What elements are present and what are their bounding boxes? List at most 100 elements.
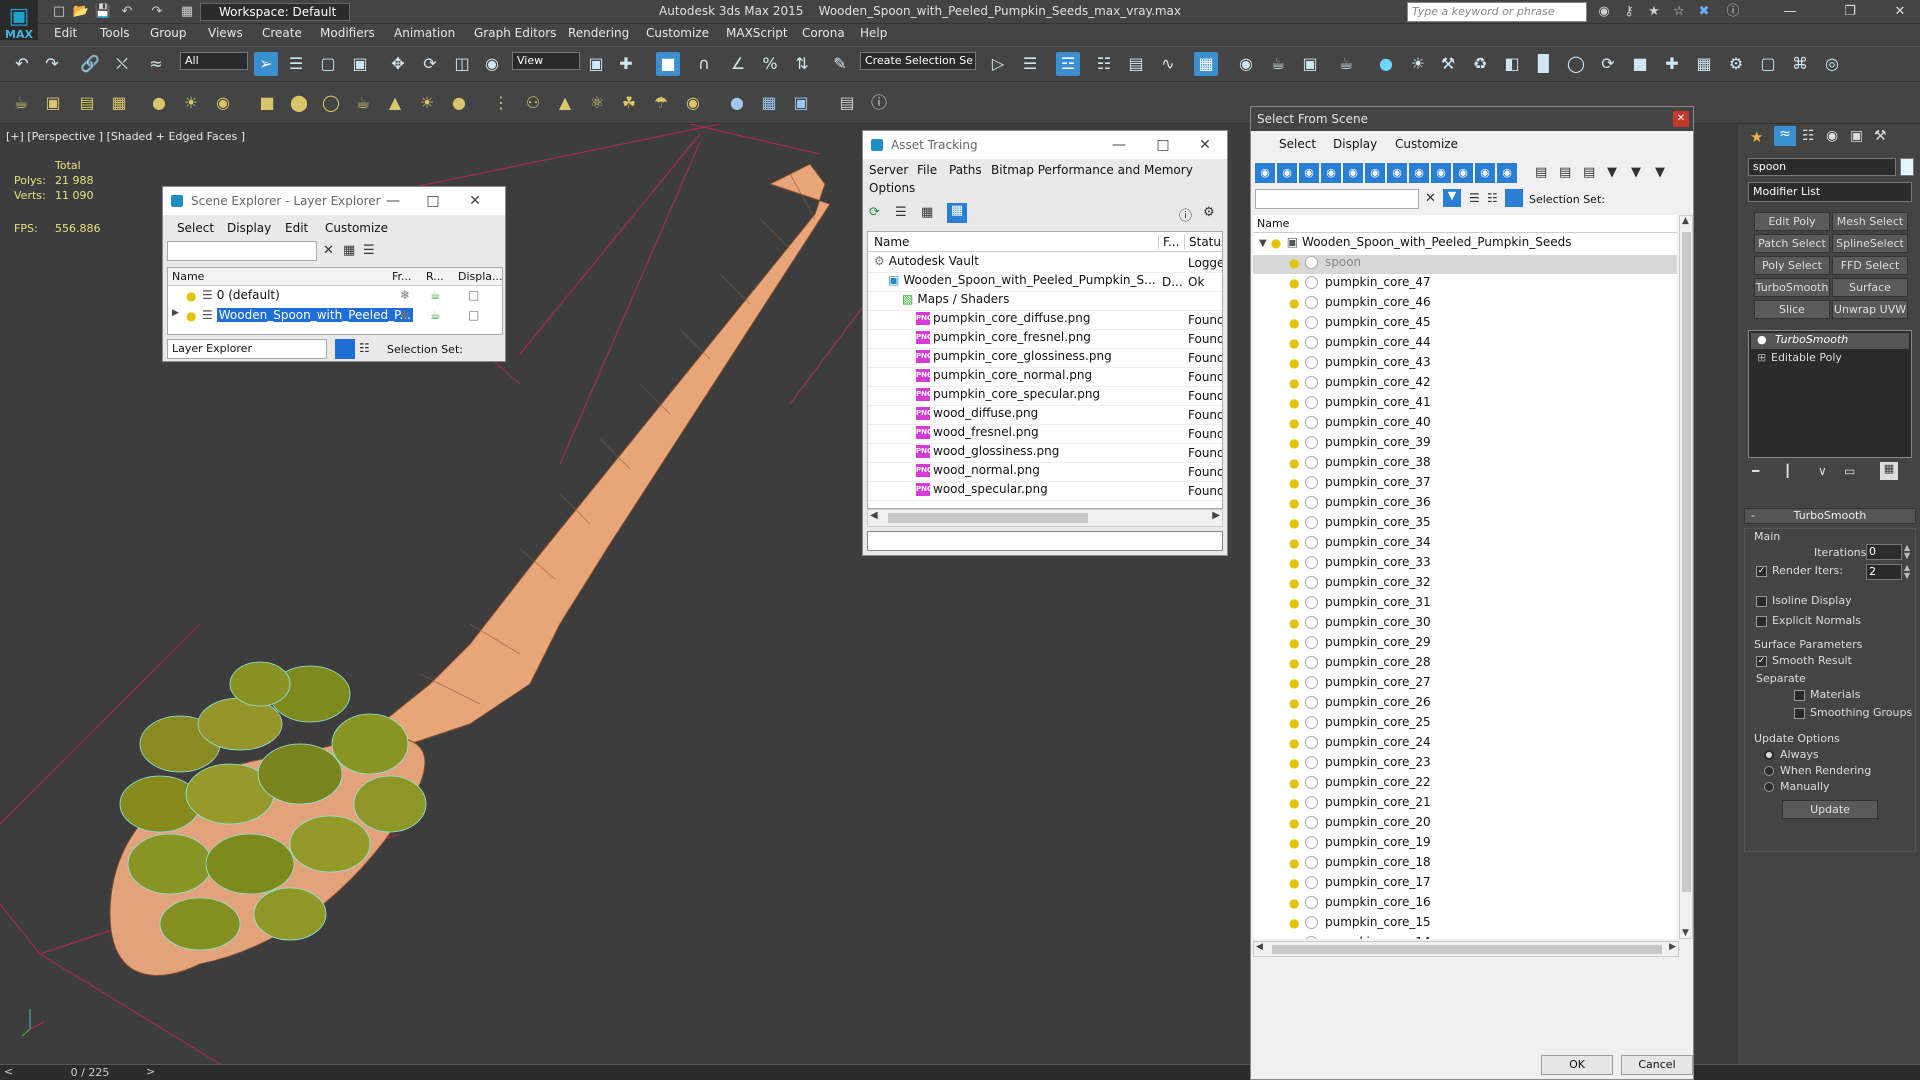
menu-create[interactable]: Create (262, 26, 302, 40)
key-icon[interactable]: ⚷ (1620, 3, 1638, 21)
close-icon[interactable]: ✕ (1673, 111, 1689, 127)
place-icon[interactable]: ◉ (480, 52, 504, 76)
menu-maxscript[interactable]: MAXScript (726, 26, 788, 40)
scrollbar-thumb[interactable] (1682, 232, 1691, 892)
smoothing-groups-checkbox[interactable] (1794, 708, 1805, 719)
make-unique-icon[interactable]: ∨ (1818, 464, 1827, 478)
edit-named-selection-icon[interactable]: ✎ (828, 52, 852, 76)
light-bulb-icon[interactable]: ● (1289, 636, 1299, 650)
named-selection-dropdown[interactable]: Create Selection Se (860, 52, 976, 70)
asset-help-icon[interactable]: ⓘ (1179, 205, 1192, 224)
snap-toggle-icon[interactable]: ∩ (692, 52, 716, 76)
hierarchy-tab-icon[interactable]: ☷ (1802, 128, 1815, 144)
sfs-menu-customize[interactable]: Customize (1395, 137, 1458, 151)
menu-views[interactable]: Views (208, 26, 243, 40)
display-shapes-icon[interactable]: ◉ (1277, 163, 1297, 183)
menu-group[interactable]: Group (150, 26, 187, 40)
layer-manager-icon[interactable]: ☷ (1092, 52, 1116, 76)
light-bulb-icon[interactable]: ● (1289, 816, 1299, 830)
undo-icon[interactable]: ↶ (118, 3, 136, 21)
display-box-icon[interactable]: □ (468, 288, 479, 302)
keyboard-shortcut-override-icon[interactable]: ■ (656, 52, 680, 76)
list-view-icon[interactable]: ☰ (895, 205, 907, 220)
scrollbar-thumb[interactable] (1272, 945, 1662, 954)
isoline-display-checkbox[interactable] (1756, 596, 1767, 607)
col-name[interactable]: Name (874, 235, 909, 249)
corona-volume-icon[interactable]: ⚛ (584, 90, 610, 116)
name-column-header[interactable]: Name (1253, 215, 1677, 233)
tree-item[interactable]: ● pumpkin_core_17 (1253, 875, 1677, 894)
light-bulb-icon[interactable]: ● (1289, 796, 1299, 810)
unwrap-uvw-button[interactable]: Unwrap UVW (1832, 300, 1908, 319)
detail-view-icon[interactable]: ▦ (921, 205, 933, 220)
asset-menu-bitmap-performance[interactable]: Bitmap Performance and Memory (991, 163, 1193, 177)
asset-menu-file[interactable]: File (917, 163, 937, 177)
always-radio[interactable] (1764, 750, 1774, 760)
freeze-icon[interactable]: ❄ (400, 288, 410, 302)
vray-sun-icon[interactable]: ☀ (1406, 52, 1430, 76)
ok-button[interactable]: OK (1541, 1055, 1613, 1075)
tree-item[interactable]: ● pumpkin_core_21 (1253, 795, 1677, 814)
select-none-icon[interactable]: ▼ (1631, 165, 1641, 180)
layer-row-default[interactable]: ● ☰ 0 (default) ❄ ☕ □ (168, 288, 502, 307)
scroll-down-icon[interactable]: ▼ (1682, 928, 1689, 938)
surface-select-button[interactable]: Surface Select (1832, 278, 1908, 311)
asset-row[interactable]: PNGwood_glossiness.png Found (868, 444, 1222, 463)
viewport-label[interactable]: [+] [Perspective ] [Shaded + Edged Faces… (6, 130, 245, 143)
light-bulb-icon[interactable]: ● (1289, 596, 1299, 610)
mesh-select-button[interactable]: Mesh Select (1832, 212, 1908, 231)
asset-row[interactable]: ▣ Wooden_Spoon_with_Peeled_Pumpkin_S... D.… (868, 273, 1222, 292)
corona-interactive-icon[interactable]: ▦ (106, 90, 132, 116)
clear-search-icon[interactable]: ✕ (1425, 191, 1436, 206)
menu-customize[interactable]: Customize (646, 26, 709, 40)
freeze-icon[interactable]: ❄ (400, 308, 410, 322)
poly-select-button[interactable]: Poly Select (1754, 256, 1830, 275)
layer-row-wooden-spoon[interactable]: ▶ ● ☰ Wooden_Spoon_with_Peeled_P... ❄ ☕ □ (168, 308, 502, 327)
menu-graph-editors[interactable]: Graph Editors (474, 26, 556, 40)
reference-coordinate-dropdown[interactable]: View (512, 52, 580, 70)
tree-item[interactable]: ● spoon (1253, 255, 1677, 274)
select-invert-icon[interactable]: ▼ (1655, 165, 1665, 180)
asset-path-field[interactable] (867, 531, 1223, 551)
asset-menu-paths[interactable]: Paths (949, 163, 982, 177)
rectangular-selection-icon[interactable]: ▢ (316, 52, 340, 76)
render-setup-icon[interactable]: ☕ (1266, 52, 1290, 76)
open-file-icon[interactable]: 📂 (72, 3, 90, 21)
close-button[interactable]: ✕ (1880, 2, 1920, 22)
modify-tab-icon[interactable]: ≈ (1774, 126, 1796, 146)
select-from-scene-titlebar[interactable]: Select From Scene ✕ (1251, 107, 1693, 131)
clear-search-icon[interactable]: ✕ (323, 243, 334, 258)
object-color-swatch[interactable] (1900, 158, 1914, 176)
asset-tracking-titlebar[interactable]: Asset Tracking — □ ✕ (863, 131, 1227, 159)
edit-poly-button[interactable]: Edit Poly (1754, 212, 1830, 231)
menu-help[interactable]: Help (860, 26, 887, 40)
light-bulb-icon[interactable]: ● (1289, 556, 1299, 570)
light-bulb-icon[interactable]: ● (1289, 276, 1299, 290)
light-bulb-icon[interactable]: ● (1289, 916, 1299, 930)
asset-row[interactable]: PNGpumpkin_core_diffuse.png Found (868, 311, 1222, 330)
col-full-path[interactable]: F... (1158, 235, 1179, 249)
light-bulb-icon[interactable]: ● (1289, 656, 1299, 670)
asset-row[interactable]: ▧ Maps / Shaders (868, 292, 1222, 311)
tree-item[interactable]: ● pumpkin_core_41 (1253, 395, 1677, 414)
filter-icon[interactable]: ▼ (1443, 189, 1461, 207)
col-freeze[interactable]: Fr... (392, 270, 412, 283)
corona-sphere-icon[interactable]: ◯ (318, 90, 344, 116)
render-production-icon[interactable]: ☕ (1334, 52, 1358, 76)
invert-display-icon[interactable]: ▤ (1583, 165, 1595, 180)
vray-plane-icon[interactable]: ▉ (1532, 52, 1556, 76)
utilities-tab-icon[interactable]: ⚒ (1874, 128, 1887, 144)
tree-item[interactable]: ● pumpkin_core_15 (1253, 915, 1677, 934)
window-crossing-icon[interactable]: ▣ (348, 52, 372, 76)
align-icon[interactable]: ☰ (1018, 52, 1042, 76)
selection-set-icon[interactable] (1505, 189, 1523, 207)
link-icon[interactable]: 🔗 (78, 52, 102, 76)
light-bulb-icon[interactable]: ● (1289, 896, 1299, 910)
asset-menu-options[interactable]: Options (869, 181, 915, 195)
tree-item[interactable]: ● pumpkin_core_46 (1253, 295, 1677, 314)
asset-row[interactable]: PNGpumpkin_core_specular.png Found (868, 387, 1222, 406)
light-bulb-icon[interactable]: ● (1289, 616, 1299, 630)
light-bulb-icon[interactable]: ● (1271, 236, 1281, 250)
schematic-view-icon[interactable]: ▦ (1194, 52, 1218, 76)
sfs-menu-display[interactable]: Display (1333, 137, 1377, 151)
